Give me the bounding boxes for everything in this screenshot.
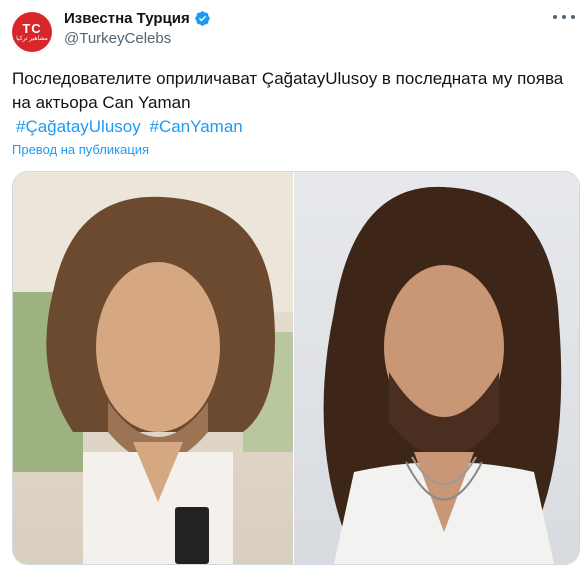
tweet-text: Последователите оприличават ÇağatayUluso… bbox=[12, 69, 564, 112]
avatar-initials: TC bbox=[22, 20, 42, 36]
author-handle[interactable]: @TurkeyCelebs bbox=[64, 30, 171, 47]
author-display-name[interactable]: Известна Турция bbox=[64, 10, 190, 27]
hashtag-link[interactable]: #ÇağatayUlusoy bbox=[16, 117, 141, 136]
hashtag-list: #ÇağatayUlusoy #CanYaman bbox=[16, 115, 247, 139]
avatar[interactable]: TC مشاهير تركيا bbox=[12, 12, 52, 52]
media-grid bbox=[12, 171, 580, 565]
more-options-icon[interactable] bbox=[553, 12, 575, 22]
tweet: TC مشاهير تركيا Известна Турция @TurkeyC… bbox=[0, 0, 587, 569]
hashtag-link[interactable]: #CanYaman bbox=[149, 117, 242, 136]
media-photo-right[interactable] bbox=[294, 172, 579, 564]
media-photo-left[interactable] bbox=[13, 172, 293, 564]
portrait-illustration-right bbox=[323, 186, 562, 564]
portrait-illustration-left bbox=[13, 172, 293, 564]
translate-post-link[interactable]: Превод на публикация bbox=[12, 142, 149, 157]
author-name-row: Известна Турция bbox=[64, 8, 211, 28]
avatar-subtext: مشاهير تركيا bbox=[16, 35, 48, 42]
verified-badge-icon bbox=[195, 10, 210, 26]
